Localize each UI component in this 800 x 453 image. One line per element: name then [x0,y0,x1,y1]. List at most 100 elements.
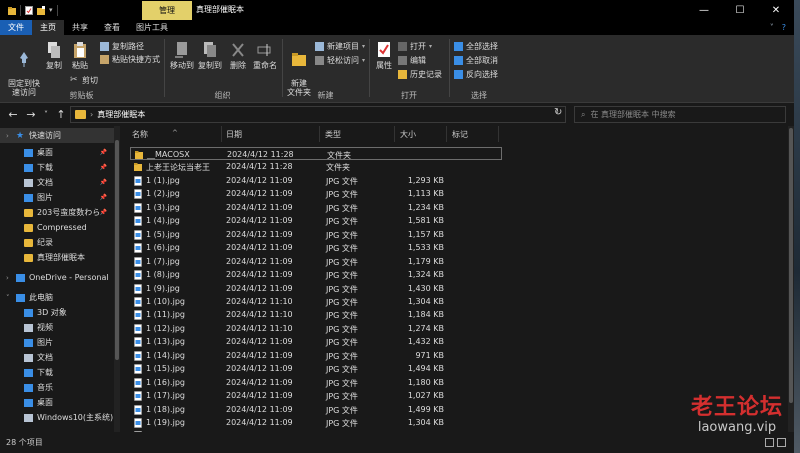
column-divider[interactable] [319,126,320,142]
file-row[interactable]: 1 (15).jpg 2024/4/12 11:09 JPG 文件 1,494 KB [130,362,502,375]
sidebar-item[interactable]: 文档 [0,350,120,365]
file-row[interactable]: 1 (8).jpg 2024/4/12 11:09 JPG 文件 1,324 KB [130,268,502,281]
file-row[interactable]: 1 (17).jpg 2024/4/12 11:09 JPG 文件 1,027 KB [130,389,502,402]
file-row[interactable]: 1 (4).jpg 2024/4/12 11:09 JPG 文件 1,581 KB [130,214,502,227]
list-scrollbar-thumb[interactable] [789,128,793,403]
properties-button[interactable]: 属性 [372,41,396,70]
sidebar-item[interactable]: 视频 [0,320,120,335]
tab-view[interactable]: 查看 [96,20,128,35]
sidebar-item[interactable]: 203号蛮度数わら 📌 [0,205,120,220]
sidebar-item[interactable]: 真理部催眠本 [0,250,120,265]
tab-file[interactable]: 文件 [0,20,32,35]
sidebar-item[interactable]: 桌面 📌 [0,145,120,160]
paste-button[interactable]: 粘贴 [68,41,92,70]
file-row[interactable]: 1 (13).jpg 2024/4/12 11:09 JPG 文件 1,432 KB [130,335,502,348]
invert-selection-button[interactable]: 反向选择 [454,69,498,80]
file-row[interactable]: 1 (7).jpg 2024/4/12 11:09 JPG 文件 1,179 KB [130,255,502,268]
paste-shortcut-button[interactable]: 粘贴快捷方式 [100,54,160,65]
file-row[interactable]: 1 (12).jpg 2024/4/12 11:10 JPG 文件 1,274 KB [130,322,502,335]
close-button[interactable]: ✕ [758,0,794,20]
folder-icon[interactable] [8,6,16,15]
easy-access-button[interactable]: 轻松访问 ▾ [315,55,365,66]
details-view-icon[interactable] [765,438,774,447]
sidebar-item[interactable]: 音乐 [0,380,120,395]
search-box[interactable]: ⌕ 在 真理部催眠本 中搜索 [574,106,786,123]
file-row[interactable]: 1 (6).jpg 2024/4/12 11:09 JPG 文件 1,533 KB [130,241,502,254]
context-tab-manage[interactable]: 管理 [142,1,192,20]
sidebar-item[interactable]: 下载 [0,365,120,380]
copy-button[interactable]: 复制 [42,41,66,70]
refresh-button[interactable]: ↻ [554,107,562,118]
file-row[interactable]: 1 (3).jpg 2024/4/12 11:09 JPG 文件 1,234 KB [130,201,502,214]
copy-path-button[interactable]: 复制路径 [100,41,144,52]
maximize-button[interactable]: ☐ [722,0,758,20]
address-bar[interactable]: › 真理部催眠本 ˅ [70,106,566,123]
sidebar-item[interactable]: ˅ 此电脑 [0,290,120,305]
new-folder-button[interactable]: 新建 文件夹 [285,41,313,97]
pin-quick-access-button[interactable]: 固定到快 速访问 [6,41,42,97]
sidebar-item[interactable]: › OneDrive - Personal [0,270,120,285]
file-row[interactable]: 1 (18).jpg 2024/4/12 11:09 JPG 文件 1,499 KB [130,403,502,416]
file-row[interactable]: __MACOSX 2024/4/12 11:28 文件夹 [130,147,502,161]
file-row[interactable]: 1 (14).jpg 2024/4/12 11:09 JPG 文件 971 KB [130,349,502,362]
forward-button[interactable]: → [22,108,40,121]
rename-button[interactable]: 重命名 [251,41,279,70]
collapse-ribbon-icon[interactable]: ˅ [770,23,774,32]
recent-locations-button[interactable]: ˅ [40,110,52,119]
breadcrumb-current[interactable]: 真理部催眠本 [97,109,145,120]
select-none-button[interactable]: 全部取消 [454,55,498,66]
file-row[interactable]: 1 (10).jpg 2024/4/12 11:10 JPG 文件 1,304 KB [130,295,502,308]
expand-chevron-icon[interactable]: › [6,132,12,140]
customize-dropdown-icon[interactable]: ▾ [49,6,53,14]
nav-scrollbar-thumb[interactable] [115,140,119,360]
tab-picture-tools[interactable]: 图片工具 [128,20,176,35]
sidebar-item[interactable]: 3D 对象 [0,305,120,320]
file-row[interactable]: 1 (5).jpg 2024/4/12 11:09 JPG 文件 1,157 KB [130,228,502,241]
file-row[interactable]: 1 (11).jpg 2024/4/12 11:10 JPG 文件 1,184 KB [130,308,502,321]
delete-button[interactable]: 删除 [227,41,249,70]
select-all-button[interactable]: 全部选择 [454,41,498,52]
sidebar-item[interactable]: 下载 📌 [0,160,120,175]
up-button[interactable]: ↑ [52,108,70,121]
expand-chevron-icon[interactable]: › [6,274,12,282]
sidebar-item[interactable]: 图片 📌 [0,190,120,205]
file-row[interactable]: 1 (2).jpg 2024/4/12 11:09 JPG 文件 1,113 KB [130,187,502,200]
copy-to-button[interactable]: 复制到 [197,41,223,70]
properties-icon[interactable] [25,5,33,15]
column-divider[interactable] [446,126,447,142]
help-icon[interactable]: ? [782,23,786,32]
column-divider[interactable] [394,126,395,142]
edit-button[interactable]: 编辑 [398,55,426,66]
history-button[interactable]: 历史记录 [398,69,442,80]
new-folder-icon[interactable] [37,5,45,15]
column-date[interactable]: 日期 [226,129,242,140]
move-to-button[interactable]: 移动到 [169,41,195,70]
sidebar-item[interactable]: › ★ 快速访问 [0,128,120,143]
sidebar-item[interactable]: 文档 📌 [0,175,120,190]
cut-button[interactable]: ✂ 剪切 [70,75,98,86]
file-row[interactable]: 1 (9).jpg 2024/4/12 11:09 JPG 文件 1,430 KB [130,282,502,295]
tab-share[interactable]: 共享 [64,20,96,35]
sidebar-item[interactable]: Windows10(主系统) [0,410,120,425]
column-divider[interactable] [498,126,499,142]
expand-chevron-icon[interactable]: ˅ [6,294,12,302]
column-tags[interactable]: 标记 [452,129,468,140]
sidebar-item[interactable]: 纪录 [0,235,120,250]
large-icons-view-icon[interactable] [777,438,786,447]
column-type[interactable]: 类型 [325,129,341,140]
sidebar-item[interactable]: 图片 [0,335,120,350]
minimize-button[interactable]: — [686,0,722,20]
column-name[interactable]: 名称 [132,129,148,140]
file-row[interactable]: 1 (1).jpg 2024/4/12 11:09 JPG 文件 1,293 KB [130,174,502,187]
sidebar-item[interactable]: 桌面 [0,395,120,410]
column-divider[interactable] [221,126,222,142]
sidebar-item[interactable]: Compressed [0,220,120,235]
file-row[interactable]: 上老王论坛当老王 2024/4/12 11:28 文件夹 [130,160,502,173]
file-row[interactable]: 1 (16).jpg 2024/4/12 11:09 JPG 文件 1,180 KB [130,376,502,389]
back-button[interactable]: ← [4,108,22,121]
file-row[interactable]: 1 (19).jpg 2024/4/12 11:09 JPG 文件 1,304 KB [130,416,502,429]
open-button[interactable]: 打开 ▾ [398,41,432,52]
column-size[interactable]: 大小 [400,129,416,140]
new-item-button[interactable]: 新建项目 ▾ [315,41,365,52]
tab-home[interactable]: 主页 [32,20,64,35]
